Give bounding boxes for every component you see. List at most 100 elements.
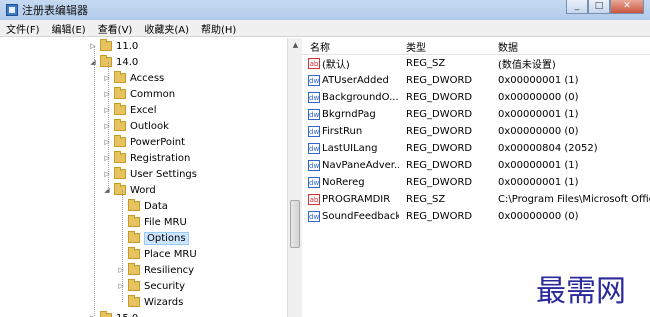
tree-node-label[interactable]: Access xyxy=(130,73,164,84)
tree-node-label[interactable]: File MRU xyxy=(144,217,187,228)
tree-node-label[interactable]: Common xyxy=(130,89,175,100)
value-data: 0x00000001 (1) xyxy=(498,160,579,171)
folder-icon xyxy=(114,151,126,163)
value-row[interactable]: dw NavPaneAdver... REG_DWORD 0x00000001 (1) xyxy=(302,157,650,174)
menu-help[interactable]: 帮助(H) xyxy=(195,21,242,36)
value-name: LastUILang xyxy=(322,143,378,154)
tree-node[interactable]: ▷ Outlook xyxy=(102,118,169,134)
tree-node-label[interactable]: Outlook xyxy=(130,121,169,132)
tree-node-label[interactable]: Registration xyxy=(130,153,190,164)
expand-toggle-icon[interactable]: ▷ xyxy=(116,266,126,274)
folder-icon xyxy=(128,199,140,211)
tree-node-label[interactable]: 14.0 xyxy=(116,57,138,68)
menu-view[interactable]: 查看(V) xyxy=(92,21,139,36)
expand-toggle-icon[interactable]: ▷ xyxy=(102,74,112,82)
tree-node[interactable]: ▷ Security xyxy=(116,278,185,294)
tree-node-label[interactable]: Data xyxy=(144,201,168,212)
value-row[interactable]: dw FirstRun REG_DWORD 0x00000000 (0) xyxy=(302,123,650,140)
menu-favorites[interactable]: 收藏夹(A) xyxy=(138,21,195,36)
folder-icon xyxy=(114,71,126,83)
scroll-up-icon[interactable]: ▲ xyxy=(288,38,303,52)
tree-node-label[interactable]: Resiliency xyxy=(144,265,194,276)
expand-toggle-icon[interactable]: ▷ xyxy=(88,42,98,50)
tree-node[interactable]: ▷ Registration xyxy=(102,150,190,166)
tree-node[interactable]: ◢ 14.0 xyxy=(88,54,138,70)
column-header-name[interactable]: 名称 xyxy=(302,39,399,54)
value-row[interactable]: dw ATUserAdded REG_DWORD 0x00000001 (1) xyxy=(302,72,650,89)
column-header-data[interactable]: 数据 xyxy=(495,39,650,54)
value-data: C:\Program Files\Microsoft Office xyxy=(498,194,650,205)
tree-node-label[interactable]: Place MRU xyxy=(144,249,197,260)
value-row[interactable]: ab PROGRAMDIR REG_SZ C:\Program Files\Micro… xyxy=(302,191,650,208)
tree-node-label[interactable]: Excel xyxy=(130,105,157,116)
value-name-cell: dw SoundFeedback xyxy=(302,211,399,222)
minimize-button[interactable]: _ xyxy=(566,0,588,14)
tree-node-label[interactable]: Options xyxy=(144,231,189,245)
expand-toggle-icon[interactable]: ▷ xyxy=(102,122,112,130)
tree-node[interactable]: Options xyxy=(116,230,189,246)
dword-value-icon: dw xyxy=(308,109,320,120)
value-data: 0x00000804 (2052) xyxy=(498,143,598,154)
tree-node[interactable]: ▷ User Settings xyxy=(102,166,197,182)
value-row[interactable]: dw LastUILang REG_DWORD 0x00000804 (2052) xyxy=(302,140,650,157)
value-data: 0x00000000 (0) xyxy=(498,126,579,137)
value-row[interactable]: dw SoundFeedback REG_DWORD 0x00000000 (0) xyxy=(302,208,650,225)
folder-icon xyxy=(128,231,140,243)
tree-node-label[interactable]: Security xyxy=(144,281,185,292)
value-name: BackgroundO... xyxy=(322,92,399,103)
tree-node[interactable]: ▷ Resiliency xyxy=(116,262,194,278)
tree-node-label[interactable]: 15.0 xyxy=(116,313,138,317)
value-name: BkgrndPag xyxy=(322,109,376,120)
tree-node[interactable]: ▷ Excel xyxy=(102,102,157,118)
value-row[interactable]: dw NoRereg REG_DWORD 0x00000001 (1) xyxy=(302,174,650,191)
column-header-type[interactable]: 类型 xyxy=(399,39,495,54)
folder-icon xyxy=(128,263,140,275)
menu-bar: 文件(F) 编辑(E) 查看(V) 收藏夹(A) 帮助(H) xyxy=(0,20,650,37)
tree-node[interactable]: ▷ Access xyxy=(102,70,164,86)
tree-node-label[interactable]: Word xyxy=(130,185,156,196)
tree-node[interactable]: Wizards xyxy=(116,294,183,310)
folder-icon xyxy=(128,247,140,259)
value-type: REG_DWORD xyxy=(406,109,473,120)
maximize-button[interactable]: □ xyxy=(588,0,610,14)
tree-node[interactable]: ▷ Common xyxy=(102,86,175,102)
tree-connector-line xyxy=(94,46,95,316)
tree-node-label[interactable]: 11.0 xyxy=(116,41,138,52)
expand-toggle-icon[interactable]: ▷ xyxy=(102,106,112,114)
tree-node-label[interactable]: PowerPoint xyxy=(130,137,185,148)
expand-toggle-icon[interactable]: ▷ xyxy=(116,282,126,290)
value-data: (数值未设置) xyxy=(498,60,556,71)
tree-node[interactable]: ▷15.0 xyxy=(88,310,138,317)
value-row[interactable]: ab (默认) REG_SZ (数值未设置) xyxy=(302,55,650,72)
expand-toggle-icon[interactable]: ▷ xyxy=(102,170,112,178)
tree-node-label[interactable]: User Settings xyxy=(130,169,197,180)
expand-toggle-icon[interactable]: ▷ xyxy=(102,138,112,146)
dword-value-icon: dw xyxy=(308,177,320,188)
tree-connector-line xyxy=(108,62,109,190)
tree-node-label[interactable]: Wizards xyxy=(144,297,183,308)
tree-node[interactable]: ▷ 11.0 xyxy=(88,38,138,54)
value-row[interactable]: dw BackgroundO... REG_DWORD 0x00000000 (0) xyxy=(302,89,650,106)
registry-tree[interactable]: ▷ 11.0 ◢ 14.0 ▷ Access ▷ Common ▷ Excel ▷ Outlook ▷ P… xyxy=(0,38,287,317)
close-button[interactable]: ✕ xyxy=(610,0,644,14)
expand-toggle-icon[interactable]: ▷ xyxy=(102,90,112,98)
tree-node[interactable]: ◢ Word xyxy=(102,182,156,198)
expand-toggle-icon[interactable]: ◢ xyxy=(88,58,98,66)
expand-toggle-icon[interactable]: ◢ xyxy=(102,186,112,194)
tree-node[interactable]: Place MRU xyxy=(116,246,197,262)
tree-node[interactable]: Data xyxy=(116,198,168,214)
tree-node[interactable]: File MRU xyxy=(116,214,187,230)
dword-value-icon: dw xyxy=(308,126,320,137)
menu-edit[interactable]: 编辑(E) xyxy=(46,21,92,36)
expand-toggle-icon[interactable]: ▷ xyxy=(102,154,112,162)
folder-icon xyxy=(128,295,140,307)
tree-node[interactable]: ▷ PowerPoint xyxy=(102,134,185,150)
menu-file[interactable]: 文件(F) xyxy=(0,21,46,36)
value-type: REG_DWORD xyxy=(406,143,473,154)
value-row[interactable]: dw BkgrndPag REG_DWORD 0x00000001 (1) xyxy=(302,106,650,123)
tree-scrollbar[interactable]: ▲ xyxy=(287,38,302,317)
tree-connector-line xyxy=(122,190,123,302)
value-type: REG_DWORD xyxy=(406,211,473,222)
scroll-thumb[interactable] xyxy=(290,200,300,248)
value-type: REG_DWORD xyxy=(406,75,473,86)
